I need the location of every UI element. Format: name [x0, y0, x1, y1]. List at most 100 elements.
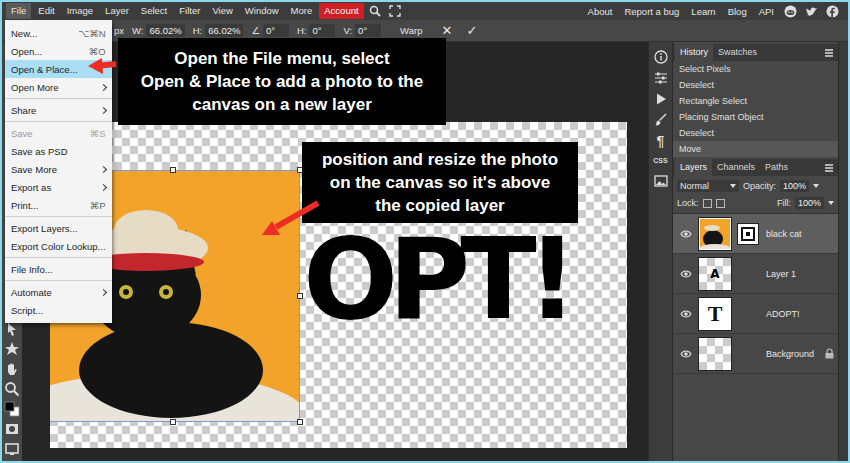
lock-pixels-icon[interactable] [703, 199, 712, 208]
layer-thumbnail: A [698, 257, 732, 291]
panel-tab[interactable]: History [675, 44, 713, 61]
search-icon[interactable] [369, 5, 381, 17]
menu-item[interactable]: Print...⌘P [5, 196, 112, 214]
menubar-link[interactable]: Blog [723, 4, 752, 19]
fullscreen-icon[interactable] [389, 5, 401, 17]
menubar-link[interactable]: Learn [686, 4, 720, 19]
annotation-box: position and resize the photoon the canv… [302, 142, 578, 223]
transform-field[interactable]: H:0° [297, 24, 336, 37]
screen-mode-icon[interactable] [4, 441, 20, 457]
menu-item[interactable]: Export Layers... [5, 219, 112, 237]
image-icon[interactable] [654, 174, 668, 188]
eye-icon[interactable] [680, 349, 692, 359]
menubar-item[interactable]: Edit [33, 3, 59, 19]
menu-item[interactable]: Export Color Lookup... [5, 237, 112, 255]
history-item[interactable]: Deselect [673, 77, 838, 93]
info-icon[interactable] [654, 50, 668, 64]
transform-handle[interactable] [170, 419, 176, 425]
layer-row[interactable]: Background [673, 334, 838, 374]
twitter-icon[interactable] [805, 5, 818, 18]
color-swatches-icon[interactable] [4, 401, 20, 417]
menubar-item[interactable]: Filter [174, 3, 205, 19]
brush-icon[interactable] [654, 113, 668, 127]
layer-thumbnail [698, 217, 732, 251]
menubar-link[interactable]: API [754, 4, 779, 19]
panel-tab[interactable]: Layers [675, 159, 712, 176]
menubar-link[interactable]: About [583, 4, 618, 19]
menu-item[interactable]: Open & Place... [5, 60, 112, 78]
transform-field[interactable]: V:0° [343, 24, 381, 37]
warp-button[interactable]: Warp [395, 24, 427, 37]
star-icon[interactable] [4, 341, 20, 357]
menubar: FileEditImageLayerSelectFilterViewWindow… [2, 2, 848, 20]
menu-item[interactable]: Open...⌘O [5, 42, 112, 60]
panel-tab[interactable]: Swatches [713, 44, 762, 61]
history-item[interactable]: Placing Smart Object [673, 109, 838, 125]
menu-item[interactable]: Save More [5, 160, 112, 178]
fill-field[interactable]: 100% [795, 197, 824, 209]
fill-label: Fill: [777, 198, 791, 208]
menu-item[interactable]: Automate [5, 283, 112, 301]
eye-icon[interactable] [680, 269, 692, 279]
opacity-arrow-icon[interactable] [813, 184, 819, 188]
unit-label: px [114, 25, 124, 36]
panel-tab[interactable]: Channels [712, 159, 760, 176]
zoom-icon[interactable] [4, 381, 20, 397]
transform-field[interactable]: ∠0° [251, 24, 289, 37]
menubar-item[interactable]: Window [240, 3, 284, 19]
eye-icon[interactable] [680, 229, 692, 239]
reddit-icon[interactable] [784, 5, 797, 18]
menubar-item[interactable]: Image [62, 3, 98, 19]
history-item[interactable]: Deselect [673, 125, 838, 141]
layers-header: LayersChannelsPaths [673, 159, 838, 176]
transform-handle[interactable] [170, 167, 176, 173]
paragraph-icon[interactable]: ¶ [657, 134, 665, 148]
menu-item[interactable]: File Info... [5, 260, 112, 278]
history-item[interactable]: Select Pixels [673, 61, 838, 77]
transform-field[interactable]: H:66.02% [193, 24, 244, 37]
menubar-item[interactable]: Select [136, 3, 172, 19]
panel-menu-icon[interactable] [824, 48, 834, 58]
transform-handle[interactable] [297, 419, 303, 425]
history-item[interactable]: Rectangle Select [673, 93, 838, 109]
menu-item[interactable]: Script... [5, 301, 112, 319]
menu-item[interactable]: Share [5, 101, 112, 119]
panel-tab[interactable]: Paths [760, 159, 793, 176]
layer-row[interactable]: TADOPT! [673, 294, 838, 334]
transform-field[interactable]: W:66.02% [132, 24, 185, 37]
hand-icon[interactable] [4, 361, 20, 377]
menubar-item[interactable]: More [286, 3, 318, 19]
quick-mask-icon[interactable] [4, 421, 20, 437]
panel-icon-column: ¶ CSS [648, 42, 672, 461]
menu-item[interactable]: Save as PSD [5, 142, 112, 160]
history-header: HistorySwatches [673, 44, 838, 61]
panel-menu-icon[interactable] [824, 163, 834, 173]
menubar-item[interactable]: View [207, 3, 237, 19]
menubar-item[interactable]: Account [319, 3, 363, 19]
pointer-icon[interactable] [4, 321, 20, 337]
lock-position-icon[interactable] [716, 199, 725, 208]
menubar-link[interactable]: Report a bug [619, 4, 684, 19]
blend-mode-dropdown[interactable]: Normal [677, 180, 739, 192]
cancel-button[interactable]: ✕ [441, 23, 452, 38]
opacity-field[interactable]: 100% [780, 180, 809, 192]
photopea-window: FileEditImageLayerSelectFilterViewWindow… [0, 0, 850, 463]
adjustments-icon[interactable] [654, 71, 668, 85]
menubar-item[interactable]: Layer [100, 3, 134, 19]
history-item[interactable]: Move [673, 141, 838, 157]
css-button[interactable]: CSS [653, 155, 667, 167]
layer-row[interactable]: ALayer 1 [673, 254, 838, 294]
menu-item[interactable]: New...⌥⌘N [5, 24, 112, 42]
fill-arrow-icon[interactable] [828, 201, 834, 205]
history-list: Select PixelsDeselectRectangle SelectPla… [673, 61, 838, 157]
commit-button[interactable]: ✓ [466, 23, 477, 38]
menubar-item[interactable]: File [6, 3, 31, 19]
menu-item[interactable]: Open More [5, 78, 112, 96]
layer-row[interactable]: black cat [673, 214, 838, 254]
actions-play-icon[interactable] [654, 92, 668, 106]
layer-thumbnail [698, 337, 732, 371]
facebook-icon[interactable] [826, 5, 839, 18]
eye-icon[interactable] [680, 309, 692, 319]
transform-handle[interactable] [297, 293, 303, 299]
menu-item[interactable]: Export as [5, 178, 112, 196]
